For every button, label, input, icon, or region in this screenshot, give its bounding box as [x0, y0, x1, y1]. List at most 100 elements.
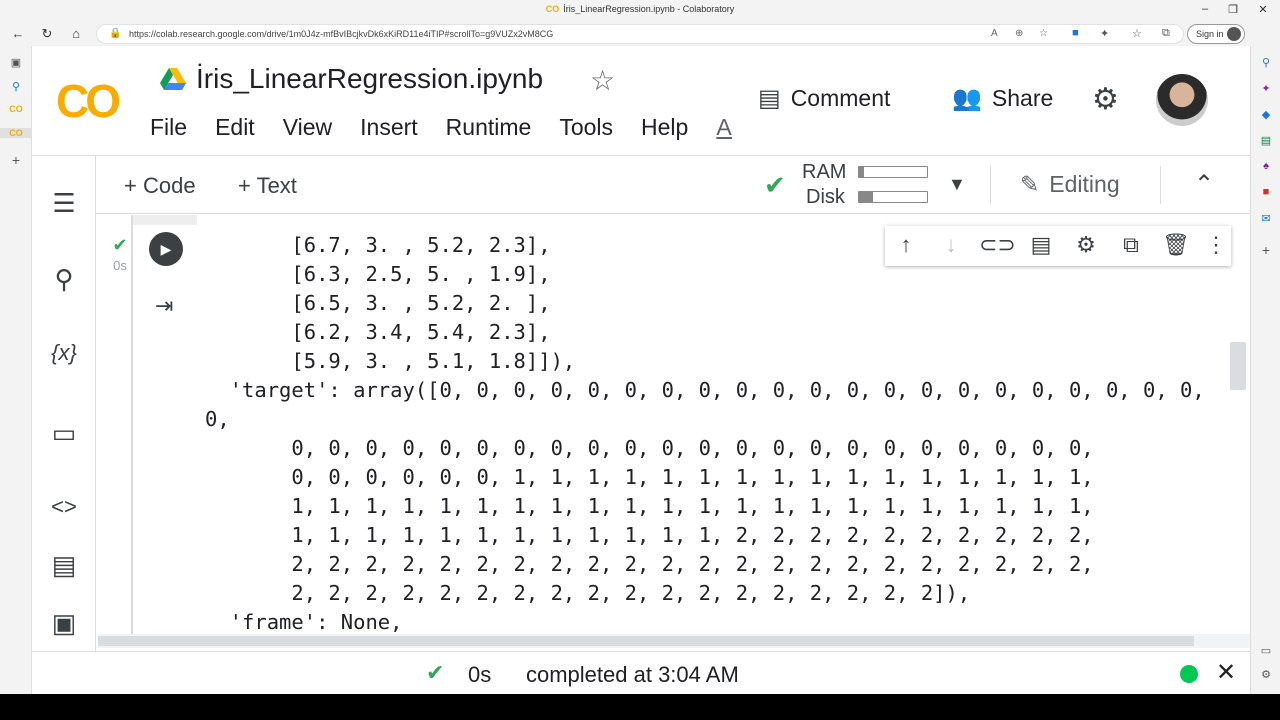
minimize-icon[interactable]: –	[1198, 3, 1212, 15]
address-bar-row: ← ↻ ⌂ 🔒 https://colab.research.google.co…	[0, 22, 1280, 46]
zoom-icon[interactable]: ⊕	[1015, 28, 1023, 39]
ram-usage-bar[interactable]	[858, 166, 928, 178]
code-snippets-icon[interactable]: <>	[32, 494, 96, 520]
add-sidebar-icon[interactable]: +	[1251, 242, 1280, 258]
status-message: completed at 3:04 AM	[526, 662, 739, 687]
search-icon[interactable]: ⚲	[32, 264, 96, 295]
browser-titlebar: CO İris_LinearRegression.ipynb - Colabora…	[0, 0, 1280, 22]
variables-icon[interactable]: {x}	[32, 340, 96, 366]
favorites-icon[interactable]: ☆	[1132, 27, 1142, 40]
output-line: 'target': array([0, 0, 0, 0, 0, 0, 0, 0,…	[205, 378, 1205, 402]
home-icon[interactable]: ⌂	[67, 26, 85, 41]
command-palette-icon[interactable]: ▤	[32, 550, 96, 581]
run-cell-button[interactable]: ▶	[149, 232, 183, 266]
output-actions-icon[interactable]: ⇥	[155, 293, 173, 319]
runtime-status-dot	[1180, 665, 1198, 683]
cell-toolbar: ↑ ↓ ⊂⊃ ▤ ⚙ ⧉ 🗑 ⋮	[885, 226, 1231, 266]
output-line: [5.9, 3. , 5.1, 1.8]]),	[205, 349, 576, 373]
menu-file[interactable]: File	[150, 114, 187, 140]
sign-in-button[interactable]: Sign in	[1187, 24, 1245, 44]
colab-tab-icon[interactable]: CO	[0, 104, 32, 114]
sidebar-layout-icon[interactable]: ▭	[1251, 644, 1280, 657]
settings-gear-icon[interactable]: ⚙	[1092, 82, 1119, 117]
add-code-button[interactable]: + Code	[124, 173, 196, 199]
shopping-icon[interactable]: ◆	[1251, 108, 1280, 121]
move-cell-down-icon[interactable]: ↓	[934, 232, 968, 258]
close-window-icon[interactable]: ✕	[1256, 3, 1270, 16]
move-cell-up-icon[interactable]: ↑	[889, 232, 923, 258]
favorite-icon[interactable]: ☆	[1039, 28, 1048, 39]
horizontal-scrollbar[interactable]	[98, 634, 1250, 648]
pencil-icon: ✎	[1020, 171, 1040, 197]
ram-label: RAM	[802, 161, 847, 183]
sidebar-settings-icon[interactable]: ⚙	[1251, 668, 1280, 681]
extension-icon[interactable]: ■	[1072, 27, 1079, 39]
office-icon[interactable]: ■	[1251, 186, 1280, 198]
sign-in-label: Sign in	[1196, 29, 1224, 39]
runtime-dropdown-icon[interactable]: ▼	[948, 174, 966, 195]
output-line: 0, 0, 0, 0, 0, 0, 1, 1, 1, 1, 1, 1, 1, 1…	[205, 465, 1094, 489]
restore-icon[interactable]: ❐	[1226, 3, 1240, 16]
cell-settings-icon[interactable]: ⚙	[1069, 232, 1103, 258]
menu-help[interactable]: Help	[641, 114, 688, 140]
close-status-icon[interactable]: ✕	[1216, 658, 1236, 687]
google-drive-icon[interactable]	[160, 68, 186, 90]
menu-tools[interactable]: Tools	[559, 114, 613, 140]
disk-usage-bar[interactable]	[858, 191, 928, 203]
tab-logo: CO	[545, 4, 560, 14]
lock-icon: 🔒	[109, 28, 122, 39]
menu-runtime[interactable]: Runtime	[446, 114, 532, 140]
cell-left-border	[131, 215, 133, 634]
add-text-button[interactable]: + Text	[238, 173, 297, 199]
share-button[interactable]: 👥 Share	[952, 84, 1053, 113]
share-label: Share	[991, 85, 1054, 111]
colab-logo[interactable]: CO	[56, 74, 121, 128]
comment-icon: ▤	[758, 85, 781, 112]
browser-avatar	[1227, 27, 1241, 41]
extensions-puzzle-icon[interactable]: ✦	[1100, 27, 1109, 40]
colab-tab-active-icon[interactable]: CO	[0, 128, 32, 138]
new-tab-icon[interactable]: +	[0, 152, 32, 168]
copilot-icon[interactable]: ✦	[1251, 82, 1280, 95]
games-icon[interactable]: ♠	[1251, 160, 1280, 172]
mirror-cell-icon[interactable]: ⧉	[1114, 232, 1148, 258]
search-tab-icon[interactable]: ⚲	[0, 80, 32, 93]
people-icon: 👥	[952, 85, 982, 112]
more-options-icon[interactable]: ⋮	[1199, 232, 1233, 258]
address-bar[interactable]: 🔒 https://colab.research.google.com/driv…	[96, 24, 1184, 44]
output-line: 0, 0, 0, 0, 0, 0, 0, 0, 0, 0, 0, 0, 0, 0…	[205, 436, 1094, 460]
window-title-text: İris_LinearRegression.ipynb - Colaborato…	[563, 4, 735, 14]
outlook-icon[interactable]: ✉	[1251, 212, 1280, 225]
menu-insert[interactable]: Insert	[360, 114, 418, 140]
read-aloud-icon[interactable]: A	[991, 28, 998, 39]
all-changes-saved-link[interactable]: All c	[716, 114, 732, 140]
link-icon[interactable]: ⊂⊃	[979, 232, 1016, 258]
menu-view[interactable]: View	[283, 114, 332, 140]
back-icon[interactable]: ←	[9, 26, 27, 41]
tab-actions-icon[interactable]: ▣	[0, 56, 32, 69]
table-of-contents-icon[interactable]: ☰	[32, 188, 96, 219]
comment-cell-icon[interactable]: ▤	[1024, 232, 1058, 258]
files-folder-icon[interactable]: ▭	[32, 418, 96, 449]
sidebar-search-icon[interactable]: ⚲	[1251, 56, 1280, 69]
horizontal-scroll-thumb[interactable]	[98, 636, 1194, 646]
cell-output: [6.7, 3. , 5.2, 2.3], [6.3, 2.5, 5. , 1.…	[205, 231, 1205, 634]
output-line: 1, 1, 1, 1, 1, 1, 1, 1, 1, 1, 1, 1, 2, 2…	[205, 523, 1094, 547]
vertical-scrollbar[interactable]	[1230, 342, 1246, 390]
terminal-icon[interactable]: ▣	[32, 608, 96, 639]
url-text[interactable]: https://colab.research.google.com/drive/…	[129, 29, 553, 39]
collapse-header-icon[interactable]: ⌃	[1194, 170, 1214, 199]
delete-cell-icon[interactable]: 🗑	[1159, 232, 1193, 258]
status-check-icon: ✔	[426, 660, 445, 685]
menu-edit[interactable]: Edit	[215, 114, 255, 140]
reload-icon[interactable]: ↻	[38, 26, 56, 42]
editing-mode-button[interactable]: ✎ Editing	[1020, 171, 1120, 198]
window-title: CO İris_LinearRegression.ipynb - Colabora…	[0, 4, 1280, 14]
ram-usage-fill	[859, 167, 865, 177]
notebook-title[interactable]: İris_LinearRegression.ipynb	[196, 63, 543, 95]
collections-icon[interactable]: ⧉	[1162, 27, 1170, 40]
tools-icon[interactable]: ▤	[1251, 134, 1280, 147]
star-icon[interactable]: ☆	[590, 64, 615, 97]
comment-button[interactable]: ▤ Comment	[758, 84, 890, 113]
user-avatar[interactable]	[1156, 74, 1208, 126]
